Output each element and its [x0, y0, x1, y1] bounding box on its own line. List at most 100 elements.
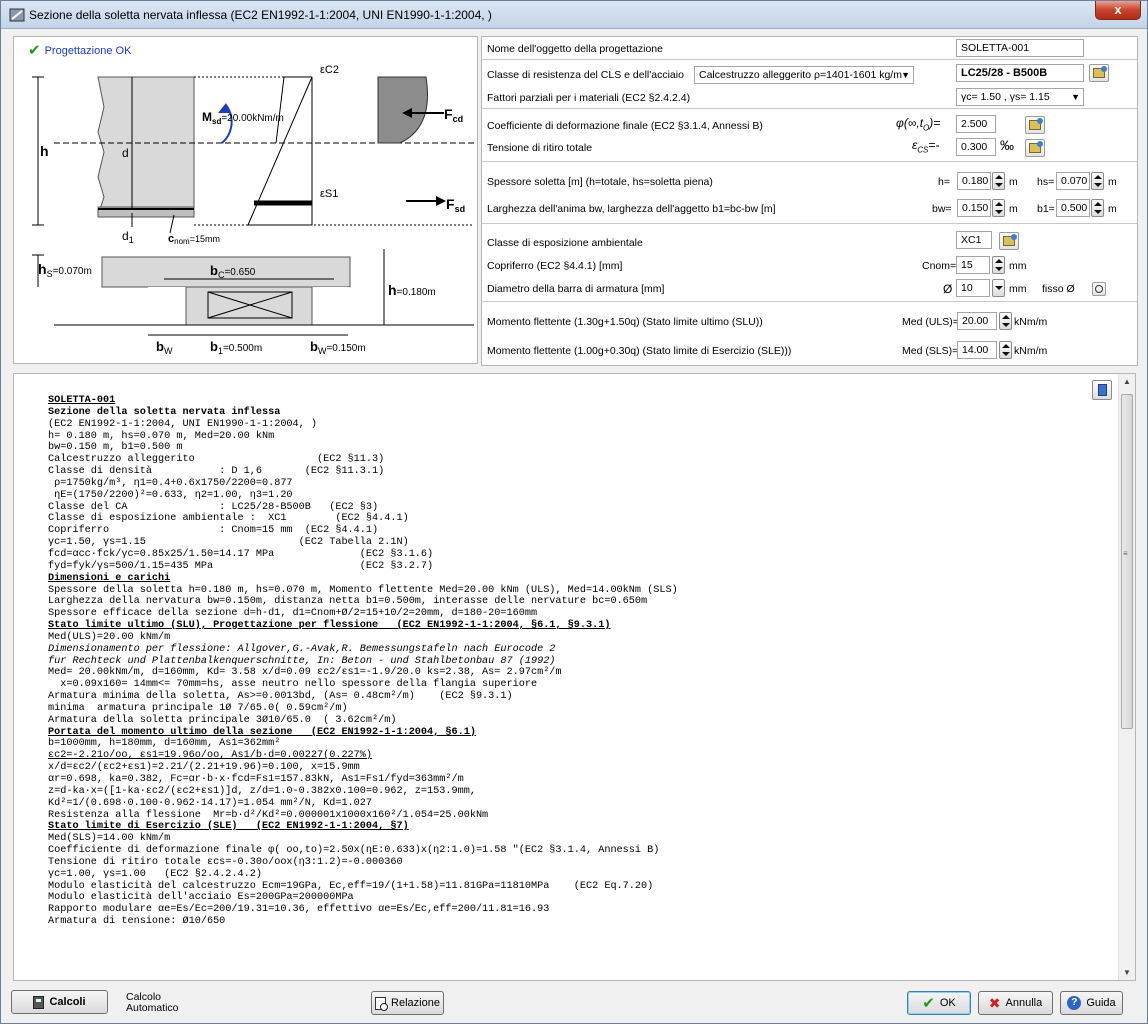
- report-button[interactable]: Relazione: [371, 991, 444, 1015]
- cover-label: Copriferro (EC2 §4.4.1) [mm]: [487, 260, 623, 272]
- hs-stepper[interactable]: [1091, 172, 1104, 190]
- bw-label: bW: [156, 339, 173, 356]
- main-window: Sezione della soletta nervata inflessa (…: [0, 0, 1148, 1024]
- report-line: Larghezza della nervatura bw=0.150m, dis…: [48, 596, 648, 608]
- help-icon: ?: [1067, 996, 1082, 1010]
- fcd-label: Fcd: [444, 106, 463, 124]
- export-icon[interactable]: [1092, 380, 1112, 400]
- shrink-unit: ‰: [1000, 137, 1014, 153]
- report-line: Classe di esposizione ambientale : XC1 (…: [48, 513, 409, 525]
- cnom-input[interactable]: 15: [956, 256, 990, 274]
- report-line: αr=0.698, ka=0.382, Fc=αr·b·x·fcd=Fs1=15…: [48, 774, 464, 785]
- thickness-label: Spessore soletta [m] (h=totale, hs=solet…: [487, 176, 713, 188]
- h-stepper[interactable]: [992, 172, 1005, 190]
- bar-unit: mm: [1009, 283, 1027, 295]
- report-line: Armatura di tensione: Ø10/650: [48, 916, 226, 928]
- exposure-input[interactable]: XC1: [956, 231, 992, 249]
- title-bar: Sezione della soletta nervata inflessa (…: [1, 1, 1147, 29]
- hs-input[interactable]: 0.070: [1056, 172, 1090, 190]
- report-line: (EC2 EN1992-1-1:2004, UNI EN1990-1-1:200…: [48, 418, 317, 430]
- h-input[interactable]: 0.180: [957, 172, 991, 190]
- group-geometry: Spessore soletta [m] (h=totale, hs=solet…: [482, 162, 1137, 224]
- check-icon: ✔: [922, 995, 935, 1012]
- creep-label: Coefficiente di deformazione finale (EC2…: [487, 120, 763, 132]
- scroll-thumb[interactable]: [1121, 394, 1133, 729]
- bar-input[interactable]: 10: [956, 279, 990, 297]
- report-line: Calcestruzzo alleggerito (EC2 §11.3): [48, 454, 385, 466]
- report-line: x/d=εc2/(εc2+εs1)=2.21/(2.21+19.96)=0.10…: [48, 762, 360, 774]
- creep-symbol: φ(∞,tO)=: [896, 116, 941, 133]
- report-line: εc2=-2.21o/oo, εs1=19.96o/oo, As1/b·d=0.…: [48, 750, 373, 762]
- b1-label: b1=0.500m: [210, 339, 262, 356]
- med-uls-stepper[interactable]: [999, 312, 1012, 330]
- shrink-calc-icon[interactable]: [1025, 139, 1045, 157]
- cnom-label: cnom=15mm: [168, 233, 220, 246]
- window-title: Sezione della soletta nervata inflessa (…: [29, 8, 492, 22]
- bw-field-label: bw=: [932, 203, 952, 215]
- partial-factors-select[interactable]: γc= 1.50 , γs= 1.15 ▼: [956, 88, 1084, 106]
- report-line: Classe del CA : LC25/28-B500B (EC2 §3): [48, 501, 379, 513]
- group-material: Classe di resistenza del CLS e dell'acci…: [482, 60, 1137, 109]
- med-uls-input[interactable]: 20.00: [957, 312, 997, 330]
- report-line: Resistenza alla flessione Mr=b·d²/Kd²=0.…: [48, 809, 489, 821]
- cancel-icon: ✖: [988, 994, 1001, 1011]
- bw-input[interactable]: 0.150: [957, 199, 991, 217]
- report-line: Med(ULS)=20.00 kNm/m: [48, 631, 171, 643]
- h2-label: h=0.180m: [388, 282, 436, 298]
- shrink-input[interactable]: 0.300: [956, 138, 996, 156]
- exposure-picker-icon[interactable]: [999, 232, 1019, 250]
- ok-label: OK: [939, 997, 956, 1009]
- msd-label: Msd=20.00kNm/m: [202, 110, 284, 126]
- bar-dropdown[interactable]: [992, 279, 1005, 297]
- creep-calc-icon[interactable]: [1025, 116, 1045, 134]
- class-value[interactable]: LC25/28 - B500B: [956, 64, 1084, 82]
- hs-unit: m: [1108, 176, 1117, 188]
- b1-unit: m: [1108, 203, 1117, 215]
- report-line: fcd=αcc·fck/γc=0.85x25/1.50=14.17 MPa (E…: [48, 548, 434, 560]
- report-scrollbar[interactable]: ▲ ≡ ▼: [1118, 374, 1135, 980]
- b1-input[interactable]: 0.500: [1056, 199, 1090, 217]
- class-picker-icon[interactable]: [1089, 64, 1109, 82]
- hs-field-label: hs=: [1037, 176, 1055, 188]
- bw-stepper[interactable]: [992, 199, 1005, 217]
- calculate-button[interactable]: Calcoli: [11, 990, 108, 1014]
- close-button[interactable]: x: [1095, 1, 1141, 20]
- med-sls-stepper[interactable]: [999, 341, 1012, 359]
- report-line: Kd²=1/(0.698·0.100·0.962·14.17)=1.054 mm…: [48, 797, 373, 809]
- object-name-input[interactable]: SOLETTA-001: [956, 39, 1084, 57]
- scroll-down-icon[interactable]: ▼: [1123, 968, 1131, 977]
- width-label: Larghezza dell'anima bw, larghezza dell'…: [487, 203, 776, 215]
- cancel-button[interactable]: ✖ Annulla: [978, 991, 1053, 1015]
- fixed-diameter-toggle[interactable]: [1092, 282, 1106, 296]
- report-line: ρ=1750kg/m³, η1=0.4+0.6x1750/2200=0.877: [48, 477, 293, 489]
- report-line: Spessore efficace della sezione d=h-d1, …: [48, 608, 538, 620]
- bar-label: Diametro della barra di armatura [mm]: [487, 283, 665, 295]
- med-sls-input[interactable]: 14.00: [957, 341, 997, 359]
- class-label: Classe di resistenza del CLS e dell'acci…: [487, 69, 684, 81]
- ok-button[interactable]: ✔ OK: [907, 991, 971, 1015]
- b1-stepper[interactable]: [1091, 199, 1104, 217]
- report-line: γc=1.50, γs=1.15 (EC2 Tabella 2.1N): [48, 537, 409, 549]
- help-button[interactable]: ? Guida: [1060, 991, 1123, 1015]
- creep-input[interactable]: 2.500: [956, 115, 996, 133]
- report-line: SOLETTA-001: [48, 395, 116, 406]
- concrete-type-select[interactable]: Calcestruzzo alleggerito ρ=1401-1601 kg/…: [694, 66, 914, 84]
- cancel-label: Annulla: [1005, 997, 1043, 1009]
- med-sls-prefix: Med (SLS)=: [902, 345, 959, 357]
- shrink-label: Tensione di ritiro totale: [487, 142, 593, 154]
- med-uls-unit: kNm/m: [1014, 316, 1048, 328]
- fixed-diameter-label: fisso Ø: [1042, 283, 1075, 295]
- bar-symbol: Ø: [943, 282, 953, 296]
- compression-block: [377, 76, 429, 144]
- cnom-stepper[interactable]: [992, 256, 1005, 274]
- report-line: Dimensioni e carichi: [48, 572, 171, 584]
- auto-calc-label[interactable]: Calcolo Automatico: [126, 992, 179, 1014]
- report-line: γc=1.00, γs=1.00 (EC2 §2.4.2.4.2): [48, 868, 262, 880]
- report-line: h= 0.180 m, hs=0.070 m, Med=20.00 kNm: [48, 430, 275, 442]
- report-line: Stato limite ultimo (SLU), Progettazione…: [48, 620, 611, 632]
- scroll-up-icon[interactable]: ▲: [1123, 377, 1131, 386]
- d1-label: d1: [122, 229, 134, 245]
- h-unit: m: [1009, 176, 1018, 188]
- report-line: fur Rechteck und Plattenbalkenquerschnit…: [48, 655, 556, 667]
- med-sls-unit: kNm/m: [1014, 345, 1048, 357]
